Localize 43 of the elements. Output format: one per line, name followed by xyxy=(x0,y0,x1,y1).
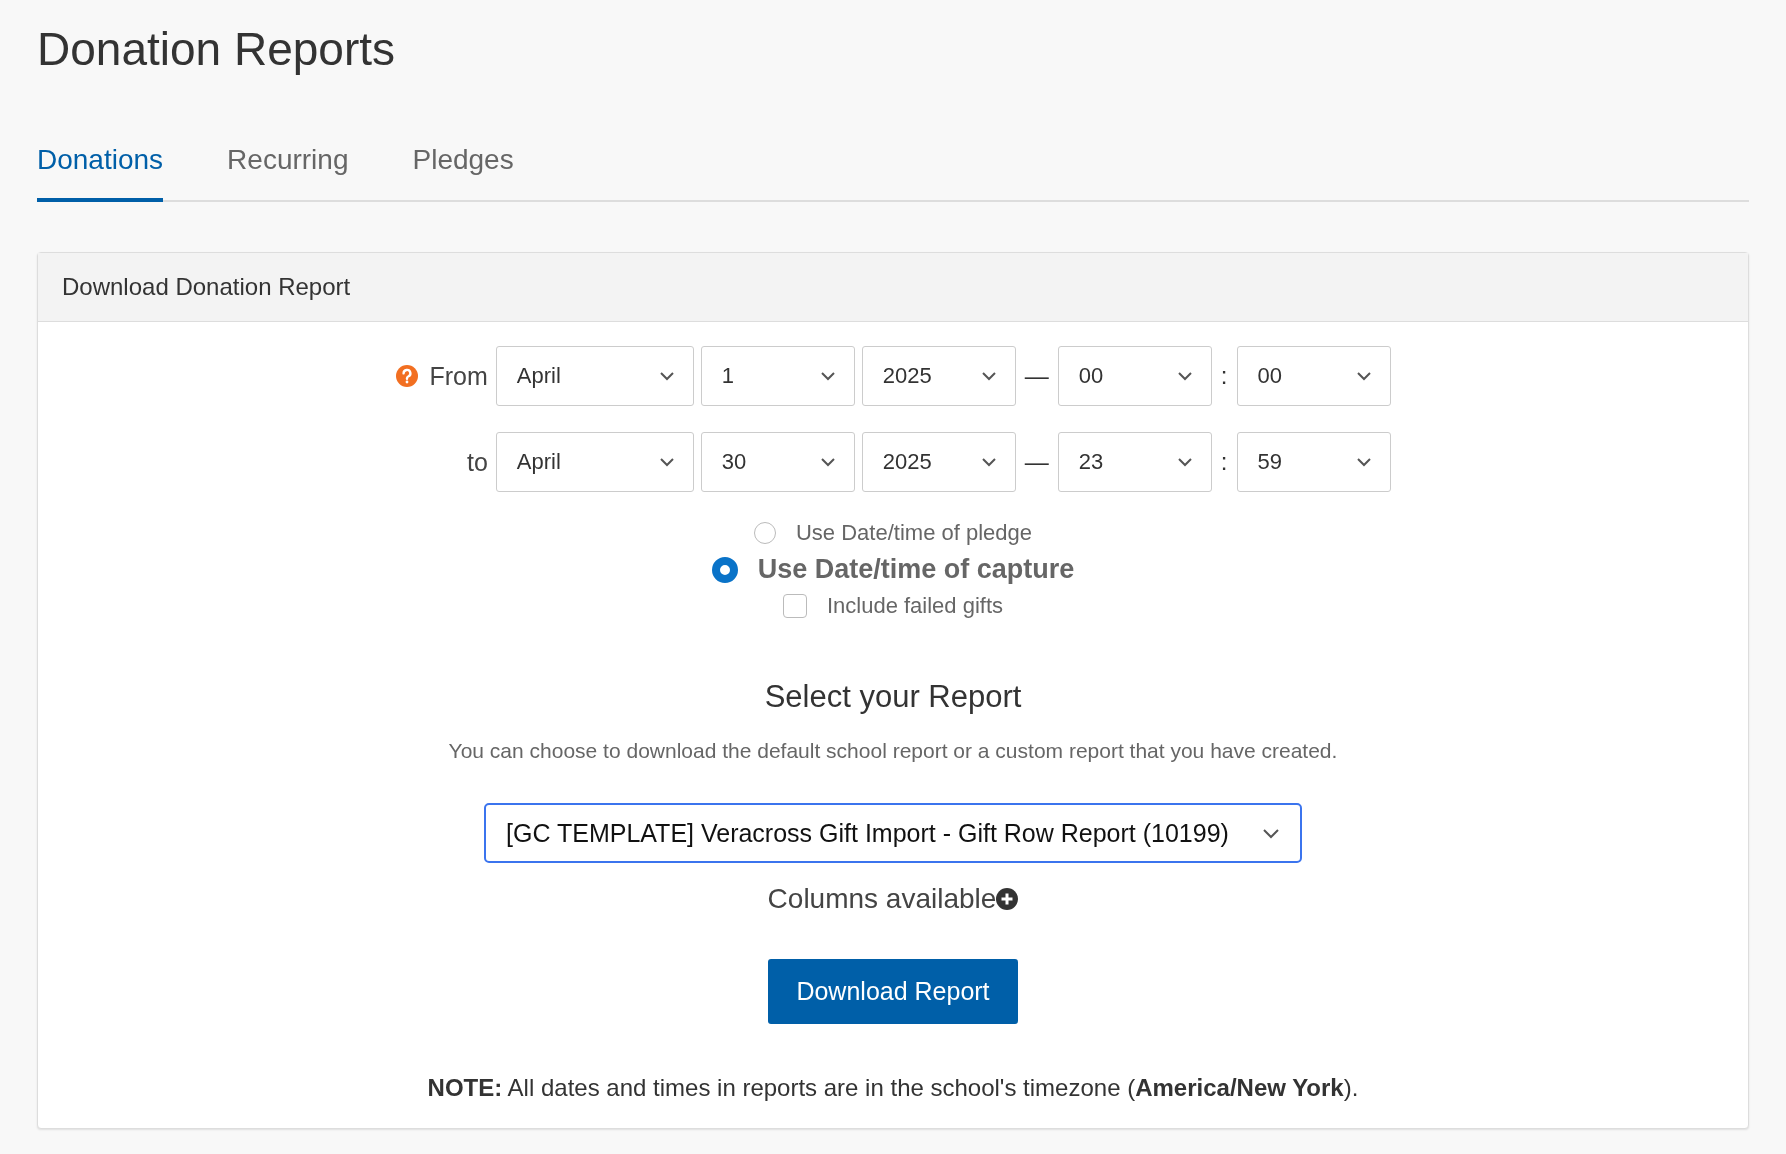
dropdown[interactable]: 00 xyxy=(1236,346,1391,406)
dropdown[interactable]: 23 xyxy=(1057,432,1212,492)
page-title: Donation Reports xyxy=(37,22,396,76)
caret-icon xyxy=(1355,457,1372,467)
plus-icon[interactable] xyxy=(996,888,1019,910)
radio-option[interactable]: Use Date/time of pledge xyxy=(754,520,1032,546)
separator-text: — xyxy=(1023,362,1050,390)
dropdown[interactable]: 2025 xyxy=(861,432,1016,492)
caret-icon xyxy=(1355,371,1372,381)
caret-icon xyxy=(1176,371,1193,381)
range-label: From xyxy=(429,361,488,391)
report-dropdown[interactable]: [GC TEMPLATE] Veracross Gift Import - Gift Row Report (10199) xyxy=(484,803,1302,863)
caret-icon xyxy=(1176,457,1193,467)
checkbox-option[interactable]: Include failed gifts xyxy=(782,593,1004,619)
description-text: You can choose to download the default school report or a custom report that you have created. xyxy=(448,739,1338,763)
tab[interactable]: Donations xyxy=(37,144,164,202)
panel-heading: Download Donation Report xyxy=(62,273,351,300)
tab[interactable]: Pledges xyxy=(412,144,514,202)
dropdown[interactable]: 1 xyxy=(700,346,855,406)
section-heading: Select your Report xyxy=(764,679,1022,715)
caret-icon xyxy=(1262,827,1280,839)
dropdown[interactable]: April xyxy=(495,432,694,492)
dropdown[interactable]: April xyxy=(495,346,694,406)
download-report-button[interactable]: Download Report xyxy=(768,959,1018,1024)
caret-icon xyxy=(819,371,836,381)
caret-icon xyxy=(980,371,997,381)
help-icon[interactable] xyxy=(395,365,418,387)
radio-option[interactable]: Use Date/time of capture xyxy=(711,554,1075,585)
caret-icon xyxy=(819,457,836,467)
dropdown[interactable]: 2025 xyxy=(861,346,1016,406)
caret-icon xyxy=(658,371,675,381)
tab[interactable]: Recurring xyxy=(227,144,349,202)
range-label: to xyxy=(466,447,488,477)
caret-icon xyxy=(980,457,997,467)
separator-text: — xyxy=(1023,448,1050,476)
separator-text: : xyxy=(1219,362,1229,390)
separator-text: : xyxy=(1219,448,1229,476)
note-text: NOTE: All dates and times in reports are in the school's timezone (America/New York). xyxy=(427,1074,1359,1102)
caret-icon xyxy=(658,457,675,467)
dropdown[interactable]: 00 xyxy=(1057,346,1212,406)
dropdown[interactable]: 59 xyxy=(1236,432,1391,492)
dropdown[interactable]: 30 xyxy=(700,432,855,492)
columns-available-label: Columns available xyxy=(767,883,997,915)
